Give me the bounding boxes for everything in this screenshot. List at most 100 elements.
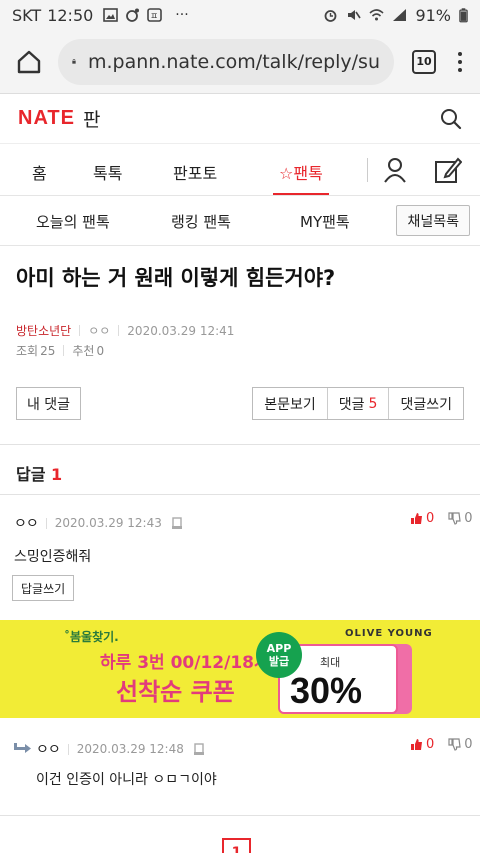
write-icon[interactable]: [434, 156, 462, 184]
reply-label: 답글: [16, 465, 46, 484]
site-header: NATE 판: [0, 94, 480, 144]
coupon-max-label: 최대: [320, 656, 341, 669]
page-number-current[interactable]: 1: [222, 838, 251, 853]
divider: [0, 444, 480, 445]
address-bar[interactable]: m.pann.nate.com/talk/reply/su: [58, 38, 394, 85]
home-icon: [17, 50, 41, 73]
likes-label: 추천: [72, 344, 95, 358]
views-label: 조회: [16, 344, 39, 358]
ad-brand: OLIVE YOUNG: [345, 628, 433, 639]
reply-comment-meta: ㅇㅇ 2020.03.29 12:48: [12, 739, 204, 759]
comments-label: 댓글: [338, 396, 365, 413]
post-action-group: 본문보기 댓글 5 댓글쓰기: [252, 387, 464, 420]
downvote-button[interactable]: 0: [448, 511, 473, 526]
comments-count: 5: [368, 395, 378, 412]
ad-headline: 하루 3번 00/12/18시!: [100, 653, 278, 673]
upvote-count: 0: [426, 511, 435, 526]
view-body-button[interactable]: 본문보기: [253, 388, 327, 419]
star-icon: ☆: [279, 164, 294, 183]
battery-icon: [459, 7, 468, 22]
views-count: 25: [40, 343, 56, 358]
thumbs-up-icon: [411, 739, 422, 750]
post-channel[interactable]: 방탄소년단: [16, 322, 71, 339]
home-button[interactable]: [10, 43, 48, 81]
likes-count: 0: [96, 343, 105, 358]
reply-arrow-icon: [14, 743, 31, 753]
comment-votes: 0 0: [410, 511, 473, 526]
downvote-count: 0: [464, 511, 473, 526]
sync-icon: [126, 8, 140, 22]
coupon-percent: 30%: [290, 670, 363, 711]
channel-list-button[interactable]: 채널목록: [396, 205, 470, 236]
downvote-button[interactable]: 0: [448, 737, 473, 752]
clock: 12:50: [47, 5, 94, 25]
svg-text:ㅍ: ㅍ: [150, 12, 158, 22]
subnav-ranking[interactable]: 랭킹 팬톡: [171, 211, 231, 232]
app-badge-line2: 발급: [268, 655, 290, 668]
divider: [0, 494, 480, 495]
upvote-count: 0: [426, 737, 435, 752]
comment-date: 2020.03.29 12:43: [54, 516, 162, 530]
reply-section-header: 답글 1: [16, 461, 62, 485]
alarm-icon: [325, 10, 337, 22]
reply-count: 1: [51, 465, 63, 484]
nav-toktok[interactable]: 톡톡: [93, 160, 122, 184]
ad-banner[interactable]: ˚봄울찾기. 하루 3번 00/12/18시! 선착순 쿠폰 OLIVE YOU…: [0, 620, 480, 718]
tab-switcher-button[interactable]: 10: [412, 49, 436, 74]
app-badge: APP 발급: [256, 632, 302, 678]
app-icon: ㅍ: [147, 8, 163, 22]
thumbs-down-icon: [448, 512, 461, 525]
ad-tag: ˚봄울찾기.: [64, 630, 119, 644]
comment-meta: ㅇㅇ 2020.03.29 12:43: [14, 513, 182, 533]
app-badge-line1: APP: [266, 642, 292, 655]
upvote-button[interactable]: 0: [410, 737, 434, 752]
browser-toolbar: m.pann.nate.com/talk/reply/su 10: [0, 30, 480, 94]
write-comment-button[interactable]: 댓글쓰기: [388, 388, 463, 419]
carrier-label: SKT: [12, 5, 42, 25]
ad-title: 선착순 쿠폰: [116, 678, 235, 706]
post-nickname: ㅇㅇ: [88, 324, 111, 338]
user-icon[interactable]: [383, 157, 407, 183]
nav-pantalk[interactable]: ☆팬톡: [273, 160, 329, 195]
upvote-button[interactable]: 0: [410, 511, 434, 526]
status-bar: SKT 12:50 ㅍ ··· 91%: [0, 0, 480, 30]
lock-icon: [72, 59, 76, 64]
mute-icon: [348, 10, 362, 20]
url-text: m.pann.nate.com/talk/reply/su: [87, 50, 380, 73]
pann-section-label[interactable]: 판: [83, 105, 100, 132]
thumbs-up-icon: [411, 513, 422, 524]
post-stats: 조회 25 추천 0: [16, 342, 104, 359]
nav-panphoto[interactable]: 판포토: [173, 160, 217, 184]
sub-nav: 오늘의 팬톡 랭킹 팬톡 MY팬톡 채널목록: [0, 196, 480, 246]
wifi-icon: [369, 9, 384, 21]
post-title: 아미 하는 거 원래 이렇게 힘든거야?: [16, 266, 336, 290]
comments-button[interactable]: 댓글 5: [326, 388, 389, 419]
comment-author: ㅇㅇ: [36, 742, 61, 758]
browser-menu-button[interactable]: [450, 51, 470, 72]
more-dots: ···: [175, 7, 189, 23]
signal-icon: [393, 9, 407, 21]
nav-pantalk-label: 팬톡: [293, 164, 323, 183]
image-icon: [103, 8, 119, 22]
nav-home[interactable]: 홈: [32, 160, 47, 184]
mobile-icon: [171, 517, 182, 529]
battery-percent: 91%: [415, 5, 451, 25]
comment-text: 스밍인증해줘: [14, 549, 92, 565]
nate-logo[interactable]: NATE: [18, 107, 75, 130]
search-icon[interactable]: [440, 108, 462, 130]
comment-date: 2020.03.29 12:48: [76, 742, 184, 756]
post-date: 2020.03.29 12:41: [127, 323, 235, 338]
downvote-count: 0: [464, 737, 473, 752]
thumbs-down-icon: [448, 738, 461, 751]
subnav-today[interactable]: 오늘의 팬톡: [36, 211, 110, 232]
main-nav: 홈 톡톡 판포토 ☆팬톡: [0, 144, 480, 196]
my-comments-button[interactable]: 내 댓글: [16, 387, 81, 420]
comment-author: ㅇㅇ: [14, 516, 39, 532]
nav-divider: [367, 158, 368, 182]
write-reply-button[interactable]: 답글쓰기: [12, 575, 75, 601]
comment-text: 이건 인증이 아니라 ㅇㅁㄱ이야: [36, 772, 217, 788]
subnav-my[interactable]: MY팬톡: [300, 211, 350, 232]
post-meta: 방탄소년단 ㅇㅇ 2020.03.29 12:41: [16, 322, 234, 339]
comment-votes: 0 0: [410, 737, 473, 752]
divider: [0, 815, 480, 816]
